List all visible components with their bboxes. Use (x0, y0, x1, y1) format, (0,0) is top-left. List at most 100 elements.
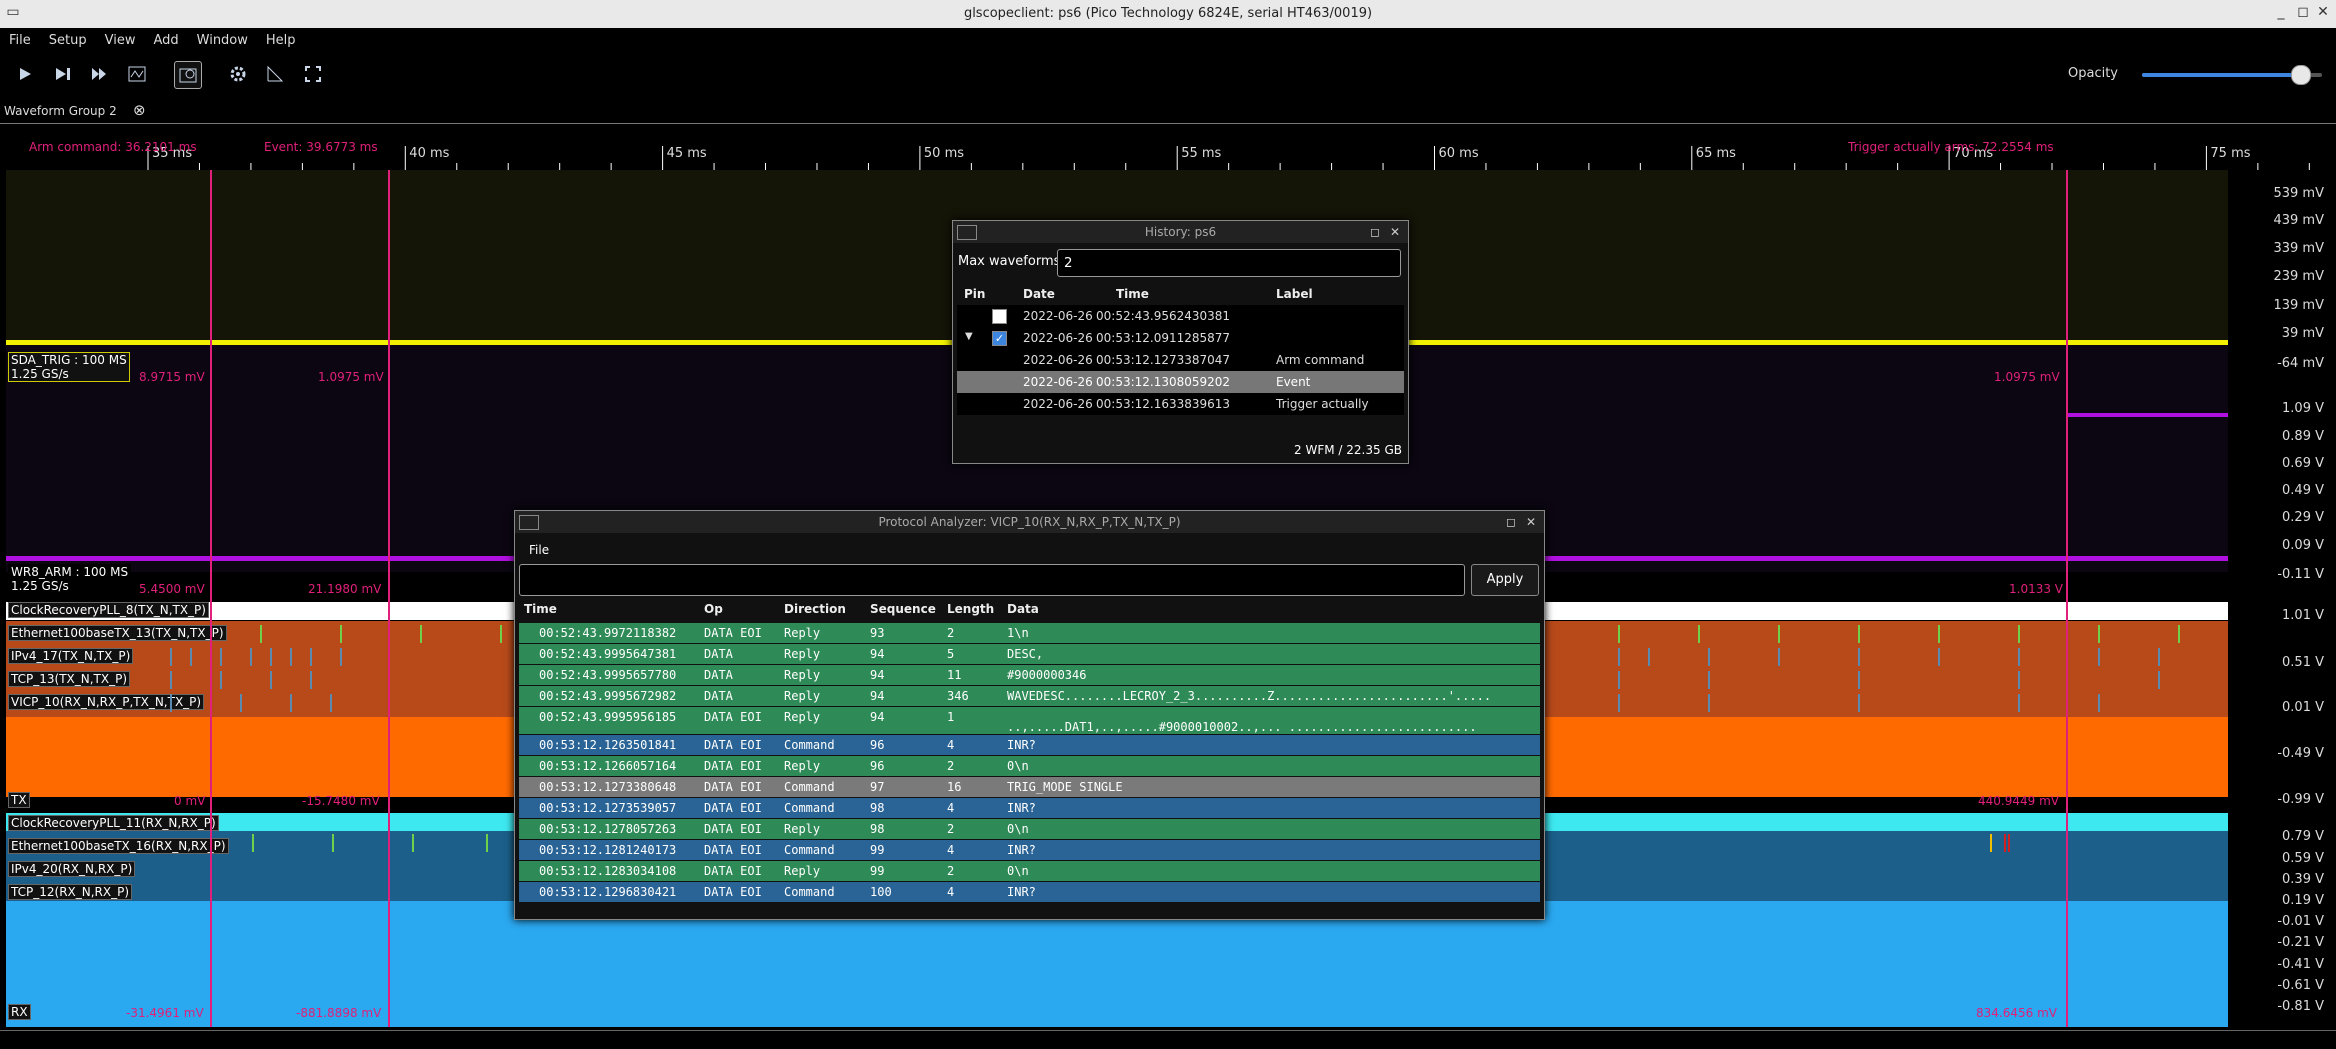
filter-input[interactable] (519, 564, 1465, 596)
tx-decode-label-ethernet[interactable]: Ethernet100baseTX_13(TX_N,TX_P) (8, 625, 227, 641)
menu-setup[interactable]: Setup (40, 28, 96, 48)
protocol-row[interactable]: 00:53:12.1283034108 DATA EOI Reply 99 2 0\n (519, 861, 1540, 881)
tx-label[interactable]: TX (8, 792, 30, 808)
protocol-row[interactable]: 00:52:43.9995657780 DATA Reply 94 11 #9000000… (519, 665, 1540, 685)
marker-event-line[interactable] (388, 170, 390, 1027)
protocol-row[interactable]: 00:52:43.9995647381 DATA Reply 94 5 DESC, (519, 644, 1540, 664)
marker-arm-label[interactable]: Arm command: 36.2101 ms (29, 140, 197, 154)
history-button[interactable] (174, 61, 202, 89)
max-waveforms-input[interactable] (1057, 249, 1401, 277)
protocol-row[interactable]: 00:53:12.1278057263 DATA EOI Reply 98 2 0\n (519, 819, 1540, 839)
protocol-row[interactable]: 00:53:12.1296830421 DATA EOI Command 100 4 IN… (519, 882, 1540, 902)
tx-decode-label-tcp[interactable]: TCP_13(TX_N,TX_P) (8, 671, 131, 687)
header-direction[interactable]: Direction (784, 602, 846, 616)
header-pin[interactable]: Pin (964, 287, 985, 301)
protocol-row[interactable]: 00:52:43.9972118382 DATA EOI Reply 93 2 1\n (519, 623, 1540, 643)
history-time: 00:53:12.1633839613 (1096, 397, 1231, 411)
header-date[interactable]: Date (1023, 287, 1055, 301)
force-trigger-button[interactable] (87, 61, 113, 87)
maximize-icon[interactable]: ◻ (1370, 221, 1380, 243)
pin-checkbox[interactable] (992, 309, 1007, 324)
close-icon[interactable]: ✕ (1390, 221, 1400, 243)
protocol-row[interactable]: 00:52:43.9995956185 DATA EOI Reply 94 1..,..… (519, 707, 1540, 734)
marker-arm-line[interactable] (210, 170, 212, 1027)
protocol-cell-len: 346 (947, 689, 969, 703)
menu-help[interactable]: Help (257, 28, 305, 48)
vertical-scale[interactable]: 539 mV 439 mV 339 mV 239 mV 139 mV 39 mV… (2228, 170, 2330, 1027)
marker-trigger-line[interactable] (2066, 170, 2068, 1027)
single-trigger-button[interactable] (50, 61, 76, 87)
protocol-cell-dir: Reply (784, 689, 821, 703)
pin-checkbox-checked[interactable]: ✓ (992, 331, 1007, 346)
header-sequence[interactable]: Sequence (870, 602, 936, 616)
wr8-arm-label[interactable]: WR8_ARM : 100 MS 1.25 GS/s (8, 564, 132, 594)
header-op[interactable]: Op (704, 602, 723, 616)
tx-decode-label-vicp[interactable]: VICP_10(RX_N,RX_P,TX_N,TX_P) (8, 694, 205, 710)
marker-event-label[interactable]: Event: 39.6773 ms (264, 140, 378, 154)
rx-decode-label-ethernet[interactable]: Ethernet100baseTX_16(RX_N,RX_P) (8, 838, 229, 854)
fullscreen-button[interactable] (300, 61, 326, 87)
refresh-settings-button[interactable] (225, 61, 251, 87)
protocol-menu-file[interactable]: File (529, 543, 549, 557)
header-data[interactable]: Data (1007, 602, 1039, 616)
gear-icon (230, 66, 246, 82)
protocol-cell-data: TRIG_MODE SINGLE (1007, 780, 1123, 794)
history-dialog: History: ps6 ◻ ✕ Max waveforms Pin Date … (952, 220, 1409, 464)
protocol-cell-dir: Command (784, 801, 835, 815)
decode-packet-mark (252, 834, 254, 852)
history-row[interactable]: 2022-06-26 00:53:12.1273387047 Arm comma… (957, 349, 1404, 371)
protocol-cell-dir: Reply (784, 626, 821, 640)
maximize-button[interactable]: ◻ (2294, 4, 2312, 20)
menu-file[interactable]: File (0, 28, 40, 48)
scale-tick: 0.29 V (2282, 510, 2324, 525)
menu-window[interactable]: Window (188, 28, 257, 48)
protocol-row[interactable]: 00:53:12.1263501841 DATA EOI Command 96 4 INR… (519, 735, 1540, 755)
apply-button[interactable]: Apply (1471, 564, 1539, 596)
close-button[interactable]: ✕ (2314, 4, 2332, 20)
close-icon[interactable]: ✕ (1526, 511, 1536, 533)
header-time[interactable]: Time (524, 602, 557, 616)
time-ruler[interactable]: 35 ms 40 ms 45 ms 50 ms 55 ms 60 ms 65 ms 70 ms… (6, 130, 2330, 171)
protocol-row[interactable]: 00:53:12.1281240173 DATA EOI Command 99 4 INR… (519, 840, 1540, 860)
history-row[interactable]: 2022-06-26 00:53:12.1633839613 Trigger a… (957, 393, 1404, 415)
stop-trigger-button[interactable] (124, 61, 150, 87)
history-row[interactable]: 2022-06-26 00:52:43.9562430381 (957, 305, 1404, 327)
history-dialog-header[interactable]: History: ps6 ◻ ✕ (953, 221, 1408, 243)
sda-trig-label[interactable]: SDA_TRIG : 100 MS 1.25 GS/s (8, 352, 130, 382)
tx-decode-label-ipv4[interactable]: IPv4_17(TX_N,TX_P) (8, 648, 134, 664)
opacity-slider[interactable] (2142, 65, 2322, 85)
protocol-row[interactable]: 00:53:12.1273539057 DATA EOI Command 98 4 INR… (519, 798, 1540, 818)
rx-decode-label-ipv4[interactable]: IPv4_20(RX_N,RX_P) (8, 861, 136, 877)
tab-waveform-group[interactable]: Waveform Group 2 (4, 104, 117, 118)
rx-decode-label-tcp[interactable]: TCP_12(RX_N,RX_P) (8, 884, 133, 900)
header-time[interactable]: Time (1116, 287, 1149, 301)
protocol-cell-len: 16 (947, 780, 962, 794)
scale-tick: 339 mV (2273, 241, 2324, 256)
history-time: 00:53:12.0911285877 (1096, 331, 1231, 345)
history-date: 2022-06-26 (1023, 309, 1093, 323)
protocol-row[interactable]: 00:52:43.9995672982 DATA Reply 94 346 WAVEDES… (519, 686, 1540, 706)
menu-add[interactable]: Add (144, 28, 187, 48)
opacity-slider-knob[interactable] (2291, 65, 2312, 85)
decode-packet-mark (2098, 648, 2100, 666)
rx-decode-label-clock[interactable]: ClockRecoveryPLL_11(RX_N,RX_P) (8, 815, 219, 831)
protocol-dialog-header[interactable]: Protocol Analyzer: VICP_10(RX_N,RX_P,TX_… (515, 511, 1544, 533)
clear-sweeps-button[interactable] (262, 61, 288, 87)
maximize-icon[interactable]: ◻ (1506, 511, 1516, 533)
tx-decode-label-clock[interactable]: ClockRecoveryPLL_8(TX_N,TX_P) (8, 602, 209, 618)
history-row-selected[interactable]: 2022-06-26 00:53:12.1308059202 Event (957, 371, 1404, 393)
tab-close-icon[interactable]: ⊗ (133, 101, 146, 119)
history-row[interactable]: ▼ ✓ 2022-06-26 00:53:12.0911285877 (957, 327, 1404, 349)
header-label[interactable]: Label (1276, 287, 1313, 301)
minimize-button[interactable]: _ (2272, 4, 2290, 20)
rx-label[interactable]: RX (8, 1004, 31, 1020)
header-length[interactable]: Length (947, 602, 994, 616)
start-trigger-button[interactable] (12, 61, 38, 87)
expander-icon[interactable]: ▼ (965, 331, 973, 342)
marker-trigger-label[interactable]: Trigger actually arms: 72.2554 ms (1848, 140, 2054, 154)
play-icon (20, 68, 31, 80)
decode-packet-mark (190, 648, 192, 666)
menu-view[interactable]: View (96, 28, 145, 48)
protocol-row[interactable]: 00:53:12.1273380648 DATA EOI Command 97 16 TR… (519, 777, 1540, 797)
protocol-row[interactable]: 00:53:12.1266057164 DATA EOI Reply 96 2 0\n (519, 756, 1540, 776)
